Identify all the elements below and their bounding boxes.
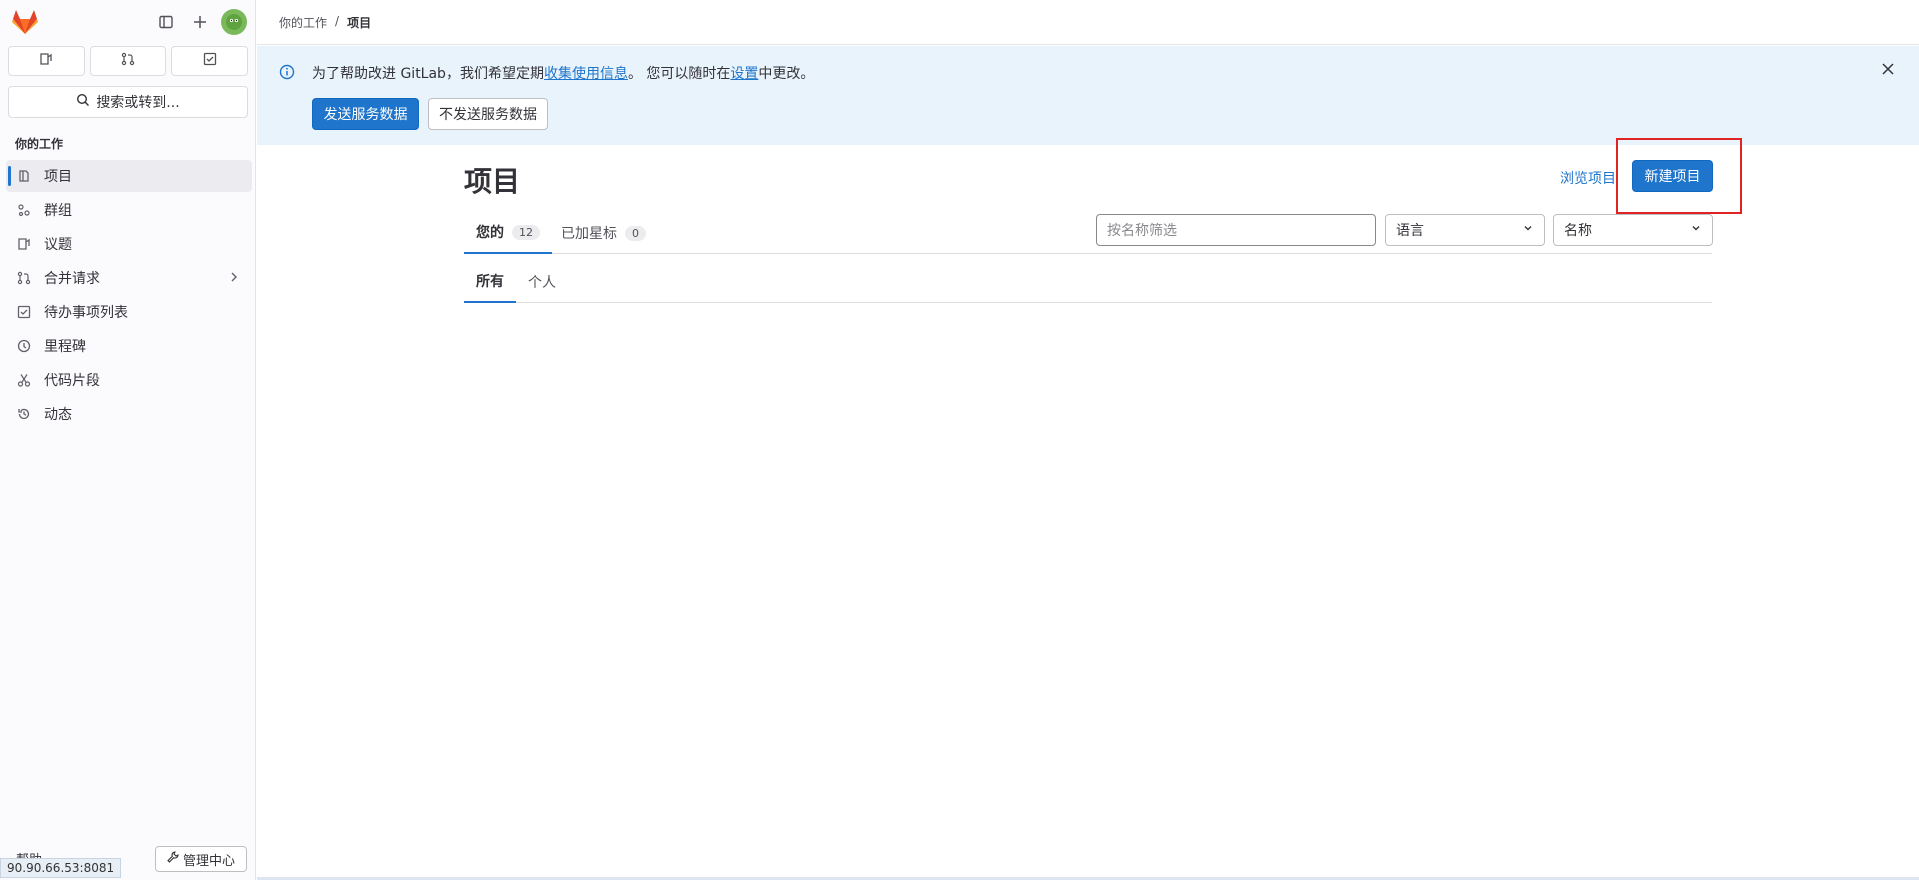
sidebar-quick-actions xyxy=(8,46,249,78)
sidebar-item-label: 代码片段 xyxy=(44,373,100,389)
settings-link[interactable]: 设置 xyxy=(730,66,758,82)
chevron-down-icon xyxy=(1522,222,1534,238)
search-icon xyxy=(76,93,90,111)
subtab-personal[interactable]: 个人 xyxy=(516,260,568,303)
sidebar-item-activity[interactable]: 动态 xyxy=(6,398,252,430)
sidebar-item-label: 议题 xyxy=(44,237,72,253)
todo-icon xyxy=(16,304,32,320)
banner-message: 为了帮助改进 GitLab，我们希望定期收集使用信息。 您可以随时在设置中更改。 xyxy=(312,63,814,83)
count-badge: 0 xyxy=(625,225,646,241)
gitlab-logo-icon[interactable] xyxy=(8,6,42,38)
sidebar-footer: 帮助 管理中心 90.90.66.53:8081 xyxy=(0,844,256,880)
nav-section-title: 你的工作 xyxy=(15,137,64,151)
subtab-all[interactable]: 所有 xyxy=(464,260,516,303)
sidebar-item-label: 动态 xyxy=(44,407,72,423)
service-ping-banner: 为了帮助改进 GitLab，我们希望定期收集使用信息。 您可以随时在设置中更改。… xyxy=(257,46,1919,145)
usage-info-link[interactable]: 收集使用信息 xyxy=(544,66,628,82)
count-badge: 12 xyxy=(512,224,540,240)
language-select[interactable]: 语言 xyxy=(1385,214,1545,246)
tab-starred[interactable]: 已加星标 0 xyxy=(549,212,658,254)
sidebar-item-merge-requests[interactable]: 合并请求 xyxy=(6,262,252,294)
breadcrumb-parent[interactable]: 你的工作 xyxy=(279,14,327,31)
todo-icon xyxy=(203,52,217,70)
sidebar-item-todo[interactable]: 待办事项列表 xyxy=(6,296,252,328)
merge-request-icon xyxy=(16,270,32,286)
breadcrumb: 你的工作 / 项目 xyxy=(279,14,371,31)
collapse-sidebar-icon[interactable] xyxy=(153,9,179,35)
sidebar-item-issues[interactable]: 议题 xyxy=(6,228,252,260)
sidebar-top xyxy=(8,6,247,38)
merge-request-icon xyxy=(121,52,135,70)
sidebar-item-label: 群组 xyxy=(44,203,72,219)
sidebar-item-label: 待办事项列表 xyxy=(44,305,128,321)
breadcrumb-current[interactable]: 项目 xyxy=(347,14,371,31)
plus-icon[interactable] xyxy=(187,9,213,35)
sort-select[interactable]: 名称 xyxy=(1553,214,1713,246)
project-subtabs: 所有 个人 xyxy=(464,260,1712,303)
tab-label: 已加星标 xyxy=(561,226,617,242)
dont-send-service-data-button[interactable]: 不发送服务数据 xyxy=(428,98,548,130)
tab-yours[interactable]: 您的 12 xyxy=(464,212,552,254)
browse-projects-link[interactable]: 浏览项目 xyxy=(1560,168,1616,188)
group-icon xyxy=(16,202,32,218)
milestone-icon xyxy=(16,338,32,354)
sidebar-item-groups[interactable]: 群组 xyxy=(6,194,252,226)
todo-button[interactable] xyxy=(171,46,249,76)
sidebar-item-label: 里程碑 xyxy=(44,339,86,355)
sidebar-item-label: 项目 xyxy=(44,169,72,185)
admin-label: 管理中心 xyxy=(182,853,235,869)
banner-text-suffix: 中更改。 xyxy=(758,66,815,82)
chevron-right-icon xyxy=(228,270,240,288)
top-bar: 你的工作 / 项目 xyxy=(257,0,1919,45)
sidebar-nav: 项目 群组 议题 合并请求 待办事项列表 里程碑 代码片段 动态 xyxy=(6,160,252,432)
avatar[interactable] xyxy=(221,9,247,35)
assigned-issues-button[interactable] xyxy=(8,46,85,76)
page-title: 项目 xyxy=(464,165,521,198)
sidebar-item-projects[interactable]: 项目 xyxy=(6,160,252,192)
sidebar: 搜索或转到... 你的工作 项目 群组 议题 合并请求 待办事项列表 里程碑 代… xyxy=(0,0,256,880)
sidebar-item-milestones[interactable]: 里程碑 xyxy=(6,330,252,362)
chevron-down-icon xyxy=(1690,222,1702,238)
banner-text-prefix: 为了帮助改进 GitLab，我们希望定期 xyxy=(312,66,544,82)
close-icon[interactable] xyxy=(1881,60,1895,81)
tab-label: 您的 xyxy=(476,225,504,241)
project-icon xyxy=(16,168,32,184)
breadcrumb-separator: / xyxy=(335,14,340,28)
issues-icon xyxy=(39,52,53,70)
send-service-data-button[interactable]: 发送服务数据 xyxy=(312,98,419,130)
filter-by-name-input[interactable]: 按名称筛选 xyxy=(1096,214,1376,246)
sort-select-value: 名称 xyxy=(1564,223,1592,239)
search-label: 搜索或转到... xyxy=(96,95,180,111)
issues-icon xyxy=(16,236,32,252)
info-icon xyxy=(279,64,295,84)
snippet-icon xyxy=(16,372,32,388)
language-select-value: 语言 xyxy=(1396,223,1424,239)
banner-text-middle: 。 您可以随时在 xyxy=(627,66,731,82)
wrench-icon xyxy=(167,851,179,867)
activity-icon xyxy=(16,406,32,422)
admin-area-button[interactable]: 管理中心 xyxy=(155,846,247,872)
sidebar-item-snippets[interactable]: 代码片段 xyxy=(6,364,252,396)
highlight-box xyxy=(1616,138,1742,214)
sidebar-search-button[interactable]: 搜索或转到... xyxy=(8,86,248,118)
sidebar-top-actions xyxy=(153,6,247,38)
url-status-tooltip: 90.90.66.53:8081 xyxy=(0,858,122,878)
sidebar-item-label: 合并请求 xyxy=(44,271,100,287)
merge-requests-button[interactable] xyxy=(89,46,167,76)
